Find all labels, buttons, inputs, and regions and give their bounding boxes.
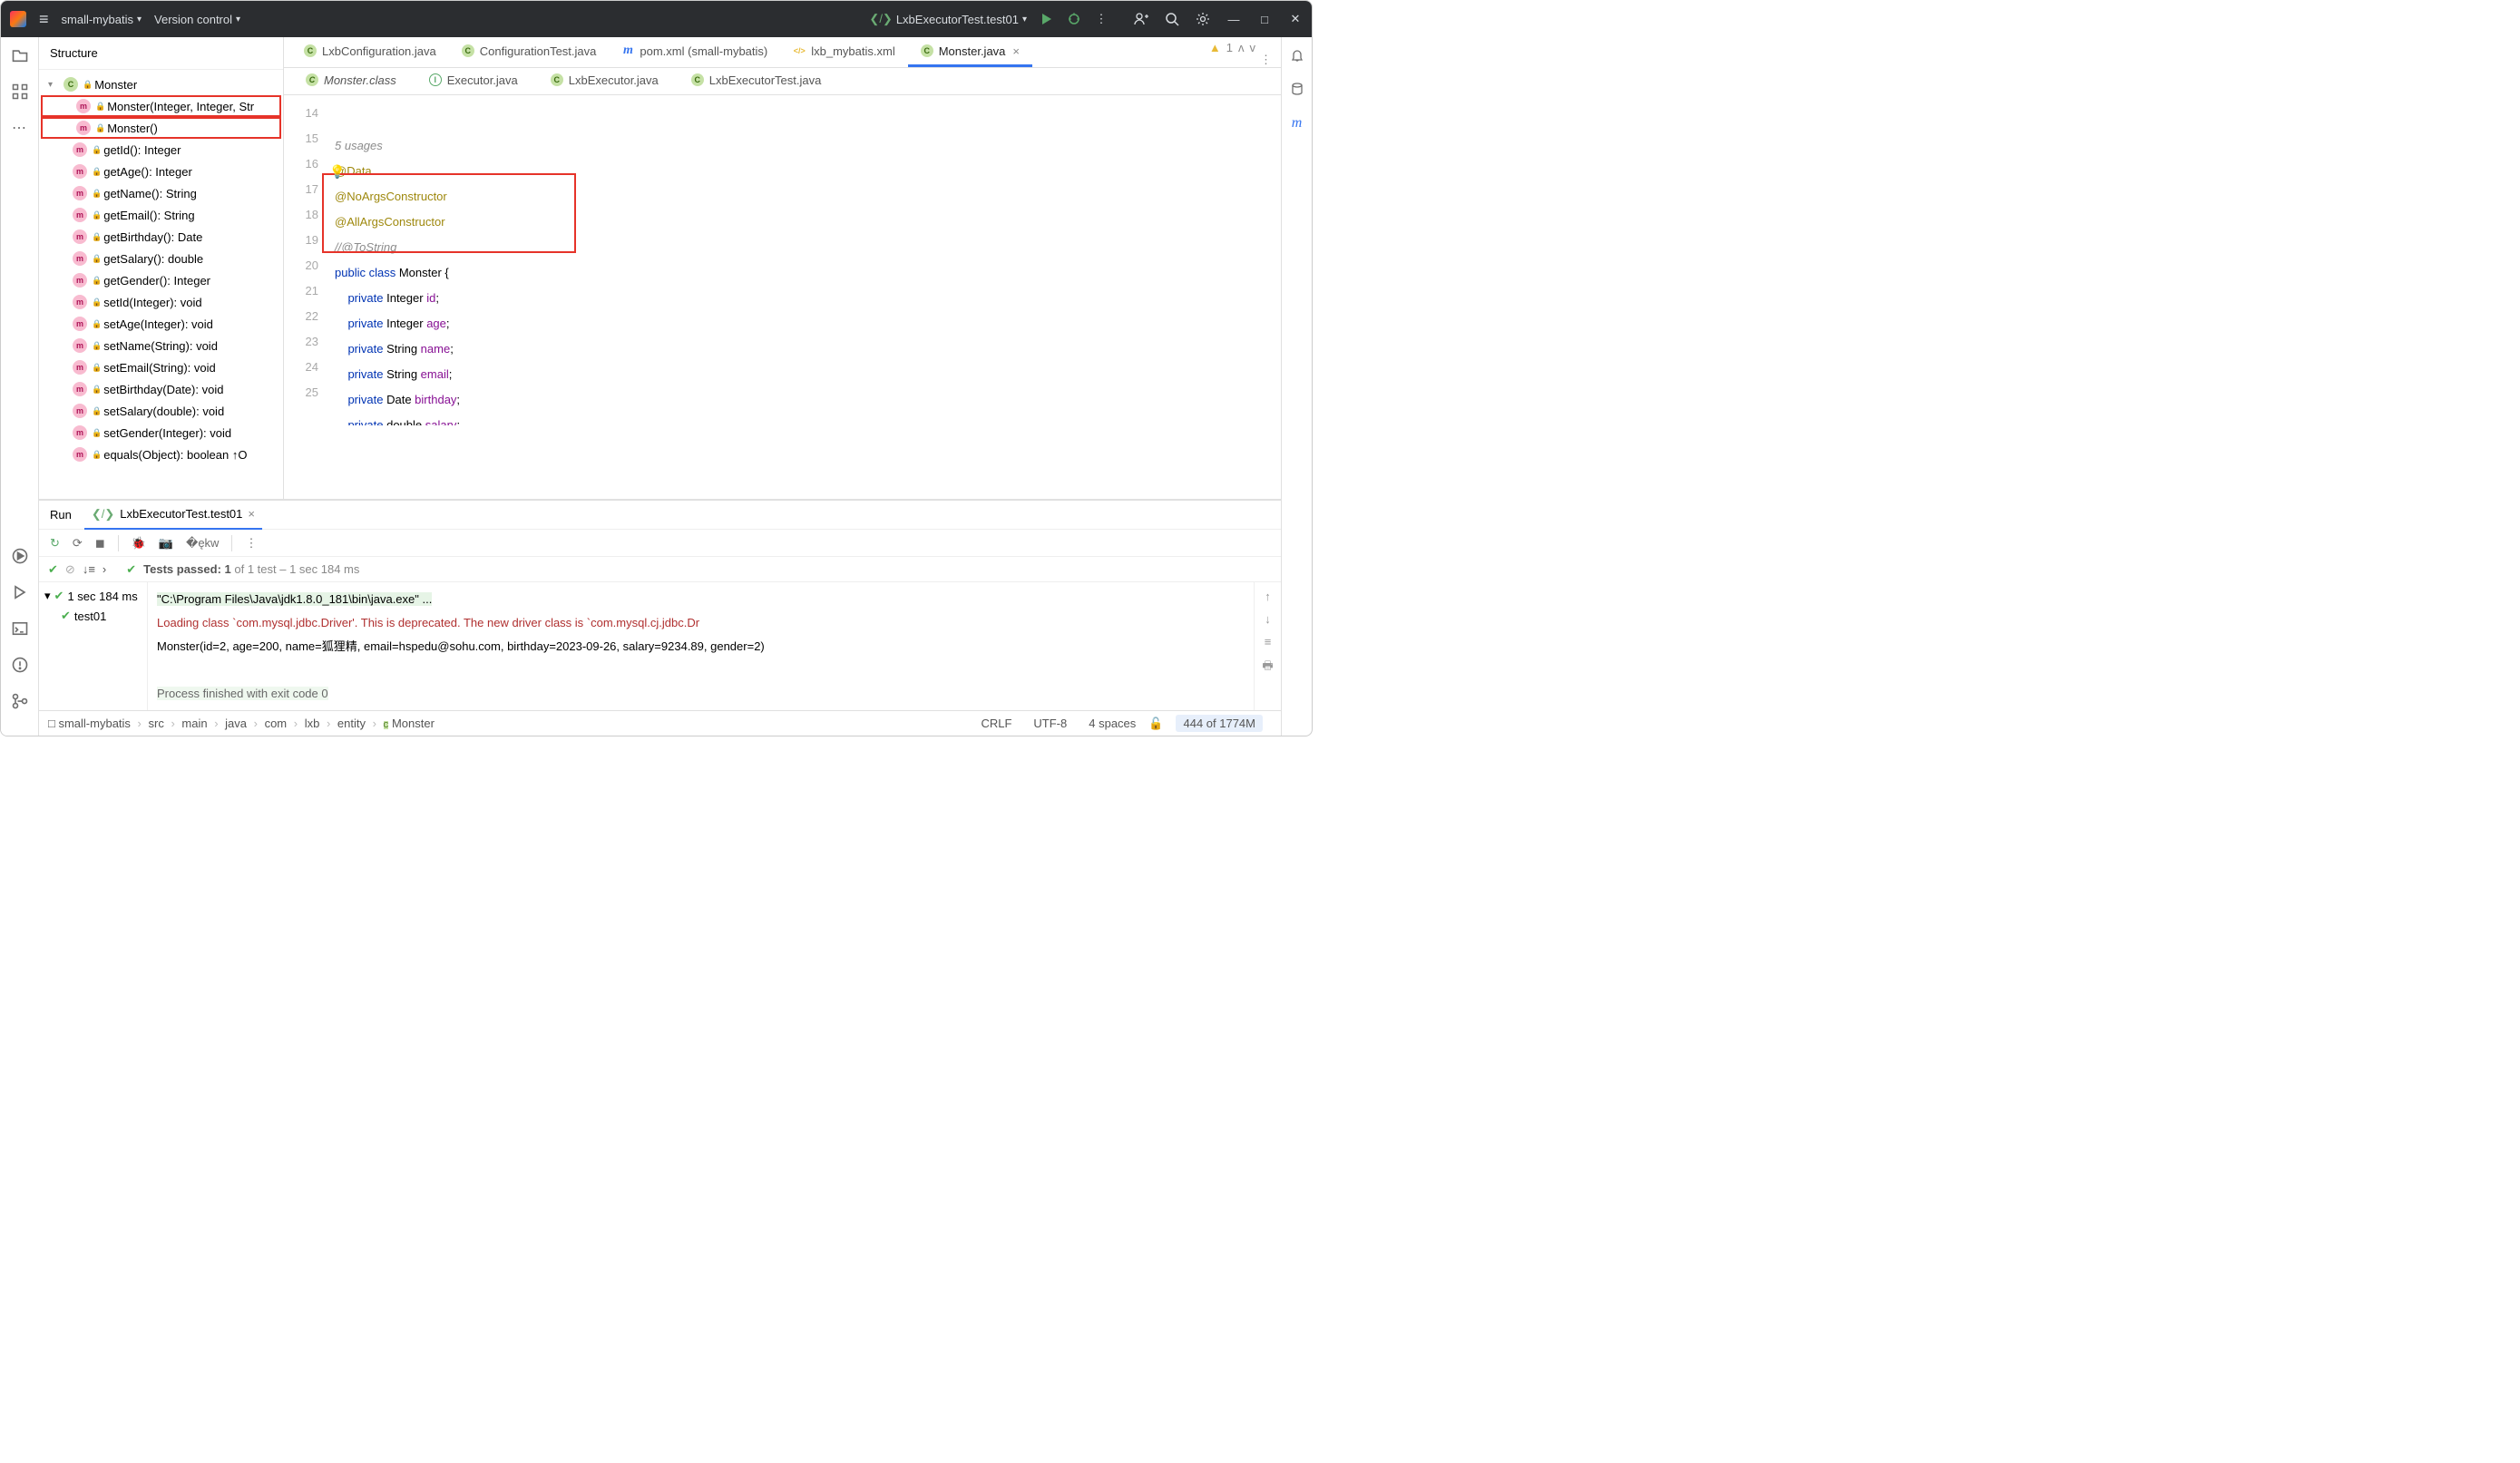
more-actions[interactable]: ⋮ bbox=[1094, 12, 1109, 26]
editor-tab[interactable]: CLxbConfiguration.java bbox=[291, 37, 449, 67]
run-toolbar: ↻ ⟳ ◼ 🐞 📷 �ękw ⋮ bbox=[39, 530, 1281, 557]
editor-subtab[interactable]: CLxbExecutor.java bbox=[536, 68, 673, 94]
scroll-down-icon[interactable]: ↓ bbox=[1265, 612, 1271, 626]
print-icon[interactable]: 🖶 bbox=[1262, 658, 1273, 678]
encoding[interactable]: UTF-8 bbox=[1033, 717, 1067, 730]
structure-item[interactable]: m🔒getSalary(): double bbox=[39, 248, 283, 269]
soft-wrap-icon[interactable]: ≡ bbox=[1265, 635, 1272, 649]
rerun-failed-icon[interactable]: ⟳ bbox=[73, 536, 83, 551]
debug-icon[interactable]: 🐞 bbox=[132, 536, 146, 551]
run-panel: Run ❮/❯LxbExecutorTest.test01× ↻ ⟳ ◼ 🐞 📷… bbox=[39, 500, 1281, 710]
memory-indicator[interactable]: 444 of 1774M bbox=[1176, 715, 1263, 732]
editor-area: CLxbConfiguration.javaCConfigurationTest… bbox=[284, 37, 1281, 499]
editor-tab[interactable]: </>lxb_mybatis.xml bbox=[780, 37, 907, 67]
maven-icon[interactable]: m bbox=[1292, 115, 1303, 132]
tree-root[interactable]: ▾C🔒Monster bbox=[39, 73, 283, 95]
structure-item[interactable]: m🔒setId(Integer): void bbox=[39, 291, 283, 313]
inspection-widget[interactable]: ▲1 ʌ v bbox=[1209, 41, 1255, 54]
structure-item[interactable]: m🔒setBirthday(Date): void bbox=[39, 378, 283, 400]
user-icon[interactable] bbox=[1134, 12, 1148, 26]
rerun-icon[interactable]: ↻ bbox=[50, 536, 60, 551]
structure-tree[interactable]: ▾C🔒Monster m🔒Monster(Integer, Integer, S… bbox=[39, 70, 283, 499]
structure-item[interactable]: m🔒getId(): Integer bbox=[39, 139, 283, 161]
test-tree[interactable]: ▾✔1 sec 184 ms ✔test01 bbox=[39, 582, 148, 710]
problems-tool-icon[interactable] bbox=[11, 656, 29, 674]
more-icon[interactable]: ⋮ bbox=[245, 536, 257, 551]
structure-item[interactable]: m🔒Monster() bbox=[41, 117, 281, 139]
structure-item[interactable]: m🔒setEmail(String): void bbox=[39, 356, 283, 378]
editor-tab[interactable]: CMonster.java× bbox=[908, 37, 1032, 67]
structure-item[interactable]: m🔒getGender(): Integer bbox=[39, 269, 283, 291]
skip-icon[interactable]: ⊘ bbox=[65, 562, 75, 577]
structure-item[interactable]: m🔒getName(): String bbox=[39, 182, 283, 204]
sort-icon[interactable]: ↓≡ bbox=[83, 562, 95, 576]
structure-item[interactable]: m🔒getAge(): Integer bbox=[39, 161, 283, 182]
debug-button[interactable] bbox=[1067, 12, 1081, 26]
structure-item[interactable]: m🔒setAge(Integer): void bbox=[39, 313, 283, 335]
search-icon[interactable] bbox=[1165, 12, 1179, 26]
editor-tab[interactable]: mpom.xml (small-mybatis) bbox=[609, 37, 780, 67]
structure-item[interactable]: m🔒setSalary(double): void bbox=[39, 400, 283, 422]
scroll-up-icon[interactable]: ↑ bbox=[1265, 590, 1271, 603]
test-status-bar: ✔ ⊘ ↓≡ › ✔ Tests passed: 1 of 1 test – 1… bbox=[39, 557, 1281, 582]
structure-item[interactable]: m🔒equals(Object): boolean ↑O bbox=[39, 444, 283, 465]
terminal-tool-icon[interactable] bbox=[11, 619, 29, 638]
titlebar: ≡ small-mybatis▾ Version control▾ ❮/❯Lxb… bbox=[1, 1, 1312, 37]
minimize-button[interactable]: — bbox=[1226, 12, 1241, 26]
warning-icon: ▲ bbox=[1209, 41, 1221, 54]
vcs-dropdown[interactable]: Version control▾ bbox=[154, 13, 240, 26]
structure-item[interactable]: m🔒setGender(Integer): void bbox=[39, 422, 283, 444]
close-icon[interactable]: × bbox=[248, 507, 255, 521]
editor-tabs: CLxbConfiguration.javaCConfigurationTest… bbox=[284, 37, 1281, 68]
stop-icon[interactable]: ◼ bbox=[95, 536, 105, 551]
more-tools-icon[interactable]: ⋯ bbox=[11, 119, 29, 137]
editor-tab[interactable]: CConfigurationTest.java bbox=[449, 37, 610, 67]
prev-highlight-icon[interactable]: ʌ bbox=[1238, 41, 1245, 54]
left-tool-strip: ⋯ bbox=[1, 37, 39, 736]
structure-item[interactable]: m🔒Monster(Integer, Integer, Str bbox=[41, 95, 281, 117]
structure-item[interactable]: m🔒getEmail(): String bbox=[39, 204, 283, 226]
next-highlight-icon[interactable]: v bbox=[1250, 41, 1256, 54]
structure-item[interactable]: m🔒getBirthday(): Date bbox=[39, 226, 283, 248]
status-bar: □ small-mybatis › src › main › java › co… bbox=[39, 710, 1281, 736]
dump-icon[interactable]: 📷 bbox=[159, 536, 173, 551]
editor-subtabs: CMonster.classIExecutor.javaCLxbExecutor… bbox=[284, 68, 1281, 95]
run-tab[interactable]: ❮/❯LxbExecutorTest.test01× bbox=[84, 501, 262, 530]
run-panel-title: Run bbox=[50, 508, 72, 522]
structure-title: Structure bbox=[39, 37, 283, 70]
code-editor[interactable]: 141516171819202122232425 import java.uti… bbox=[284, 95, 1281, 499]
editor-subtab[interactable]: IExecutor.java bbox=[415, 68, 532, 94]
structure-tool-icon[interactable] bbox=[11, 83, 29, 101]
ide-logo bbox=[10, 11, 26, 27]
database-icon[interactable] bbox=[1290, 82, 1304, 99]
close-window-button[interactable]: ✕ bbox=[1288, 12, 1303, 26]
expand-icon[interactable]: › bbox=[103, 562, 106, 576]
structure-item[interactable]: m🔒setName(String): void bbox=[39, 335, 283, 356]
run-button[interactable] bbox=[1040, 12, 1054, 26]
notifications-icon[interactable] bbox=[1290, 48, 1304, 65]
maximize-button[interactable]: □ bbox=[1257, 12, 1272, 26]
close-icon[interactable]: × bbox=[1012, 44, 1020, 58]
indent[interactable]: 4 spaces bbox=[1089, 717, 1136, 730]
tab-overflow-icon[interactable]: ⋮ bbox=[1251, 53, 1281, 67]
main-menu-button[interactable]: ≡ bbox=[39, 10, 49, 29]
project-tool-icon[interactable] bbox=[11, 46, 29, 64]
exit-icon[interactable]: �ękw bbox=[186, 536, 219, 551]
readonly-icon[interactable]: 🔓 bbox=[1148, 717, 1163, 731]
console-output[interactable]: "C:\Program Files\Java\jdk1.8.0_181\bin\… bbox=[148, 582, 1254, 710]
settings-icon[interactable] bbox=[1196, 12, 1210, 26]
breadcrumb[interactable]: □ small-mybatis › src › main › java › co… bbox=[48, 717, 435, 730]
run-config-dropdown[interactable]: ❮/❯LxbExecutorTest.test01▾ bbox=[869, 12, 1027, 26]
pass-check-icon[interactable]: ✔ bbox=[48, 562, 58, 577]
editor-subtab[interactable]: CLxbExecutorTest.java bbox=[677, 68, 836, 94]
git-tool-icon[interactable] bbox=[11, 692, 29, 710]
editor-subtab[interactable]: CMonster.class bbox=[291, 68, 411, 94]
right-tool-strip: m bbox=[1281, 37, 1312, 736]
project-dropdown[interactable]: small-mybatis▾ bbox=[62, 13, 142, 26]
structure-panel: Structure ▾C🔒Monster m🔒Monster(Integer, … bbox=[39, 37, 284, 499]
run-tool-icon[interactable] bbox=[11, 583, 29, 601]
services-tool-icon[interactable] bbox=[11, 547, 29, 565]
line-ending[interactable]: CRLF bbox=[981, 717, 1011, 730]
